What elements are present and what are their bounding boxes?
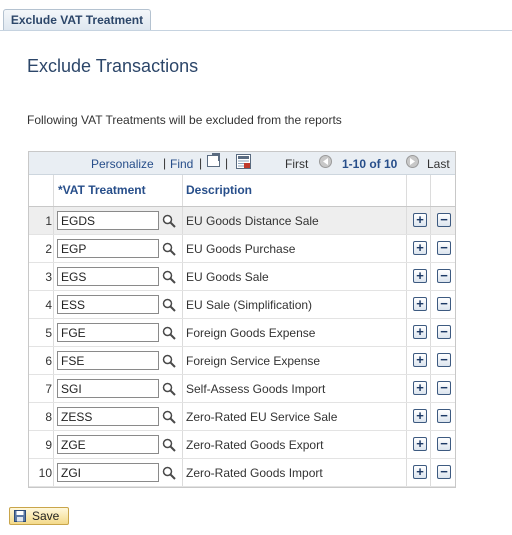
- instructions-text: Following VAT Treatments will be exclude…: [27, 113, 342, 127]
- grid-header: *VAT Treatment Description: [29, 175, 455, 207]
- nav-separator: |: [199, 156, 203, 170]
- add-row-button[interactable]: +: [413, 269, 427, 283]
- lookup-icon[interactable]: [162, 354, 176, 368]
- lookup-icon[interactable]: [162, 438, 176, 452]
- row-number: 1: [45, 214, 52, 228]
- page-range: 1-10 of 10: [342, 157, 398, 171]
- lookup-icon[interactable]: [162, 214, 176, 228]
- description-cell: EU Goods Distance Sale: [186, 214, 319, 228]
- tab-exclude-vat-treatment[interactable]: Exclude VAT Treatment: [3, 9, 151, 31]
- delete-row-button[interactable]: −: [437, 241, 451, 255]
- delete-row-button[interactable]: −: [437, 437, 451, 451]
- vat-treatment-grid: Personalize | Find | | First 1-10 of 10 …: [28, 151, 456, 488]
- last-label: Last: [427, 157, 450, 171]
- column-header-description[interactable]: Description: [186, 183, 252, 197]
- lookup-icon[interactable]: [162, 242, 176, 256]
- table-row: 10 Zero-Rated Goods Import +−: [29, 459, 455, 487]
- row-number: 4: [45, 298, 52, 312]
- column-header-vat-treatment[interactable]: *VAT Treatment: [58, 183, 146, 197]
- delete-row-button[interactable]: −: [437, 325, 451, 339]
- row-number: 6: [45, 354, 52, 368]
- delete-row-button[interactable]: −: [437, 297, 451, 311]
- row-number: 8: [45, 410, 52, 424]
- add-row-button[interactable]: +: [413, 409, 427, 423]
- lookup-icon[interactable]: [162, 466, 176, 480]
- vat-treatment-input[interactable]: [57, 407, 159, 426]
- lookup-icon[interactable]: [162, 270, 176, 284]
- row-number: 9: [45, 438, 52, 452]
- delete-row-button[interactable]: −: [437, 269, 451, 283]
- row-number: 2: [45, 242, 52, 256]
- delete-row-button[interactable]: −: [437, 213, 451, 227]
- lookup-icon[interactable]: [162, 326, 176, 340]
- vat-treatment-input[interactable]: [57, 351, 159, 370]
- description-cell: EU Goods Purchase: [186, 242, 296, 256]
- table-row: 1 EU Goods Distance Sale +−: [29, 207, 455, 235]
- description-cell: EU Goods Sale: [186, 270, 269, 284]
- add-row-button[interactable]: +: [413, 437, 427, 451]
- add-row-button[interactable]: +: [413, 213, 427, 227]
- first-label: First: [285, 157, 309, 171]
- tab-divider: [0, 30, 512, 31]
- vat-treatment-input[interactable]: [57, 267, 159, 286]
- vat-treatment-input[interactable]: [57, 211, 159, 230]
- save-button[interactable]: Save: [9, 507, 69, 525]
- save-button-label: Save: [32, 509, 60, 523]
- lookup-icon[interactable]: [162, 382, 176, 396]
- nav-separator: |: [225, 156, 229, 170]
- description-cell: Self-Assess Goods Import: [186, 382, 326, 396]
- description-cell: Zero-Rated EU Service Sale: [186, 410, 338, 424]
- vat-treatment-input[interactable]: [57, 323, 159, 342]
- add-row-button[interactable]: +: [413, 241, 427, 255]
- description-cell: EU Sale (Simplification): [186, 298, 313, 312]
- table-row: 8 Zero-Rated EU Service Sale +−: [29, 403, 455, 431]
- description-cell: Zero-Rated Goods Export: [186, 438, 324, 452]
- add-row-button[interactable]: +: [413, 353, 427, 367]
- row-number: 10: [38, 466, 52, 480]
- table-row: 5 Foreign Goods Expense +−: [29, 319, 455, 347]
- table-row: 3 EU Goods Sale +−: [29, 263, 455, 291]
- table-row: 9 Zero-Rated Goods Export +−: [29, 431, 455, 459]
- row-number: 5: [45, 326, 52, 340]
- nav-separator: |: [163, 156, 167, 170]
- add-row-button[interactable]: +: [413, 381, 427, 395]
- vat-treatment-input[interactable]: [57, 379, 159, 398]
- lookup-icon[interactable]: [162, 298, 176, 312]
- view-all-icon[interactable]: [207, 153, 220, 167]
- delete-row-button[interactable]: −: [437, 465, 451, 479]
- row-number: 3: [45, 270, 52, 284]
- delete-row-button[interactable]: −: [437, 353, 451, 367]
- vat-treatment-input[interactable]: [57, 463, 159, 482]
- table-row: 7 Self-Assess Goods Import +−: [29, 375, 455, 403]
- table-row: 2 EU Goods Purchase +−: [29, 235, 455, 263]
- page-title: Exclude Transactions: [27, 56, 199, 76]
- lookup-icon[interactable]: [162, 410, 176, 424]
- vat-treatment-input[interactable]: [57, 295, 159, 314]
- previous-page-icon[interactable]: [319, 155, 332, 168]
- vat-treatment-input[interactable]: [57, 239, 159, 258]
- grid-rows: 1EU Goods Distance Sale+−2EU Goods Purch…: [29, 207, 455, 487]
- delete-row-button[interactable]: −: [437, 381, 451, 395]
- delete-row-button[interactable]: −: [437, 409, 451, 423]
- vat-treatment-input[interactable]: [57, 435, 159, 454]
- personalize-link[interactable]: Personalize: [91, 157, 154, 171]
- find-link[interactable]: Find: [170, 157, 193, 171]
- save-icon: [14, 510, 26, 522]
- description-cell: Foreign Goods Expense: [186, 326, 316, 340]
- add-row-button[interactable]: +: [413, 465, 427, 479]
- download-icon[interactable]: [236, 154, 251, 169]
- add-row-button[interactable]: +: [413, 325, 427, 339]
- add-row-button[interactable]: +: [413, 297, 427, 311]
- table-row: 6 Foreign Service Expense +−: [29, 347, 455, 375]
- description-cell: Foreign Service Expense: [186, 354, 321, 368]
- tab-bar: Exclude VAT Treatment: [0, 0, 512, 32]
- next-page-icon[interactable]: [406, 155, 419, 168]
- table-row: 4 EU Sale (Simplification) +−: [29, 291, 455, 319]
- grid-navigation-bar: Personalize | Find | | First 1-10 of 10 …: [29, 152, 455, 175]
- description-cell: Zero-Rated Goods Import: [186, 466, 323, 480]
- row-number: 7: [45, 382, 52, 396]
